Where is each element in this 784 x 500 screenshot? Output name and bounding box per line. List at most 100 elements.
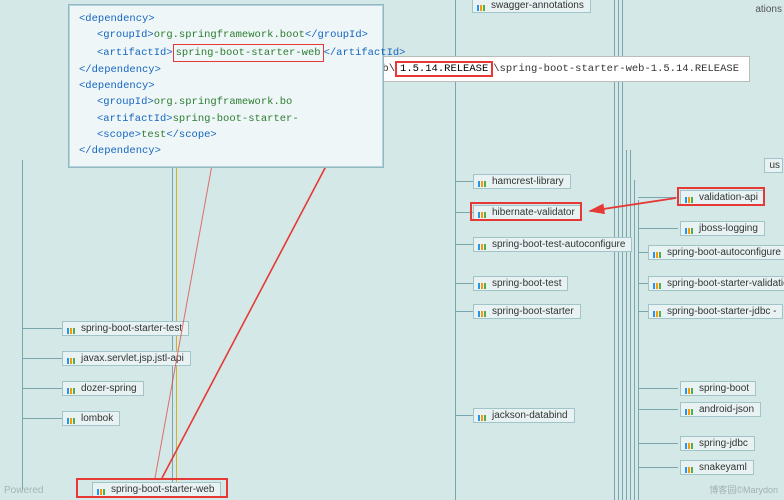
node-hibernate-validator[interactable]: hibernate-validator — [473, 205, 582, 220]
xml-value: spring-boot-starter- — [173, 113, 299, 125]
node-label: javax.servlet.jsp.jstl-api — [81, 353, 184, 364]
node-swagger-annotations[interactable]: swagger-annotations — [472, 0, 591, 13]
node-label: spring-boot-starter-jdbc - — [667, 306, 776, 317]
library-icon — [685, 193, 695, 203]
tree-line — [172, 150, 173, 490]
tree-line — [638, 200, 639, 500]
library-icon — [685, 405, 695, 415]
node-label: spring-boot-test — [492, 278, 561, 289]
tree-line — [630, 150, 631, 500]
library-icon — [67, 354, 77, 364]
library-icon — [67, 324, 77, 334]
library-icon — [653, 248, 663, 258]
library-icon — [478, 307, 488, 317]
library-icon — [478, 279, 488, 289]
xml-tag: <artifactId> — [97, 47, 173, 59]
node-sb-starter-test[interactable]: spring-boot-starter-test — [62, 321, 189, 336]
tree-line — [455, 212, 473, 213]
watermark: Powered — [4, 485, 43, 496]
xml-tag: <artifactId> — [97, 113, 173, 125]
node-sb-starter-web[interactable]: spring-boot-starter-web — [92, 482, 221, 497]
node-hamcrest-library[interactable]: hamcrest-library — [473, 174, 571, 189]
node-lombok[interactable]: lombok — [62, 411, 120, 426]
node-label: hibernate-validator — [492, 207, 575, 218]
tree-line — [455, 311, 473, 312]
tree-line — [638, 197, 678, 198]
library-icon — [653, 307, 663, 317]
node-label: jackson-databind — [492, 410, 568, 421]
library-icon — [67, 414, 77, 424]
library-icon — [477, 1, 487, 11]
node-label: swagger-annotations — [491, 0, 584, 11]
node-label: spring-boot-starter-web — [111, 484, 214, 495]
tree-line-highlight — [176, 150, 177, 490]
truncated-node: ations — [755, 4, 782, 15]
node-sb-starter-validatio[interactable]: spring-boot-starter-validatio — [648, 276, 784, 291]
tree-line — [638, 388, 678, 389]
library-icon — [478, 208, 488, 218]
tree-line — [22, 160, 23, 490]
node-dozer-spring[interactable]: dozer-spring — [62, 381, 144, 396]
node-label: validation-api — [699, 192, 758, 203]
xml-tag: <dependency> — [79, 80, 155, 92]
path-segment: \spring-boot-starter-web-1.5.14.RELEASE — [493, 63, 739, 75]
node-jackson-databind[interactable]: jackson-databind — [473, 408, 575, 423]
node-sb-autoconfigure[interactable]: spring-boot-autoconfigure — [648, 245, 784, 260]
library-icon — [685, 439, 695, 449]
xml-tag: <groupId> — [97, 29, 154, 41]
node-partial-us[interactable]: us — [764, 158, 783, 173]
tree-line — [455, 415, 473, 416]
xml-tag: </dependency> — [79, 64, 161, 76]
xml-value: test — [141, 129, 166, 141]
node-sb-test-autoconfigure[interactable]: spring-boot-test-autoconfigure — [473, 237, 632, 252]
pom-xml-tooltip: <dependency> <groupId>org.springframewor… — [68, 4, 384, 168]
tree-line — [455, 244, 473, 245]
library-icon — [653, 279, 663, 289]
xml-tag: <scope> — [97, 129, 141, 141]
xml-tag: </groupId> — [305, 29, 368, 41]
xml-tag: </artifactId> — [324, 47, 406, 59]
credit-text: 博客园©Marydon — [709, 483, 778, 496]
library-icon — [685, 463, 695, 473]
tree-line — [626, 150, 627, 500]
node-validation-api[interactable]: validation-api — [680, 190, 765, 205]
node-snakeyaml[interactable]: snakeyaml — [680, 460, 754, 475]
node-label: android-json — [699, 404, 754, 415]
node-spring-jdbc[interactable]: spring-jdbc — [680, 436, 755, 451]
node-android-json[interactable]: android-json — [680, 402, 761, 417]
node-label: snakeyaml — [699, 462, 747, 473]
tree-line — [638, 443, 678, 444]
node-label: spring-boot-starter-test — [81, 323, 182, 334]
node-jstl-api[interactable]: javax.servlet.jsp.jstl-api — [62, 351, 191, 366]
tree-line — [638, 467, 678, 468]
node-sb-starter-jdbc[interactable]: spring-boot-starter-jdbc - — [648, 304, 783, 319]
node-label: jboss-logging — [699, 223, 758, 234]
node-label: hamcrest-library — [492, 176, 564, 187]
node-jboss-logging[interactable]: jboss-logging — [680, 221, 765, 236]
highlighted-artifact: spring-boot-starter-web — [173, 44, 324, 62]
node-label: spring-boot-autoconfigure — [667, 247, 781, 258]
node-label: spring-boot — [699, 383, 749, 394]
node-label: spring-boot-starter — [492, 306, 574, 317]
tree-line — [638, 228, 678, 229]
node-spring-boot[interactable]: spring-boot — [680, 381, 756, 396]
library-icon — [67, 384, 77, 394]
tree-line — [638, 409, 678, 410]
tree-line — [455, 283, 473, 284]
library-icon — [478, 411, 488, 421]
node-sb-starter[interactable]: spring-boot-starter — [473, 304, 581, 319]
node-label: dozer-spring — [81, 383, 137, 394]
library-icon — [478, 177, 488, 187]
node-label: spring-jdbc — [699, 438, 748, 449]
library-icon — [685, 384, 695, 394]
highlighted-version: 1.5.14.RELEASE — [395, 61, 493, 77]
xml-value: org.springframework.boot — [154, 29, 305, 41]
xml-tag: </dependency> — [79, 145, 161, 157]
tree-line — [634, 180, 635, 500]
library-icon — [685, 224, 695, 234]
node-label: spring-boot-test-autoconfigure — [492, 239, 625, 250]
xml-value: org.springframework.bo — [154, 96, 293, 108]
node-sb-test[interactable]: spring-boot-test — [473, 276, 568, 291]
xml-tag: <groupId> — [97, 96, 154, 108]
node-label: us — [769, 160, 780, 171]
